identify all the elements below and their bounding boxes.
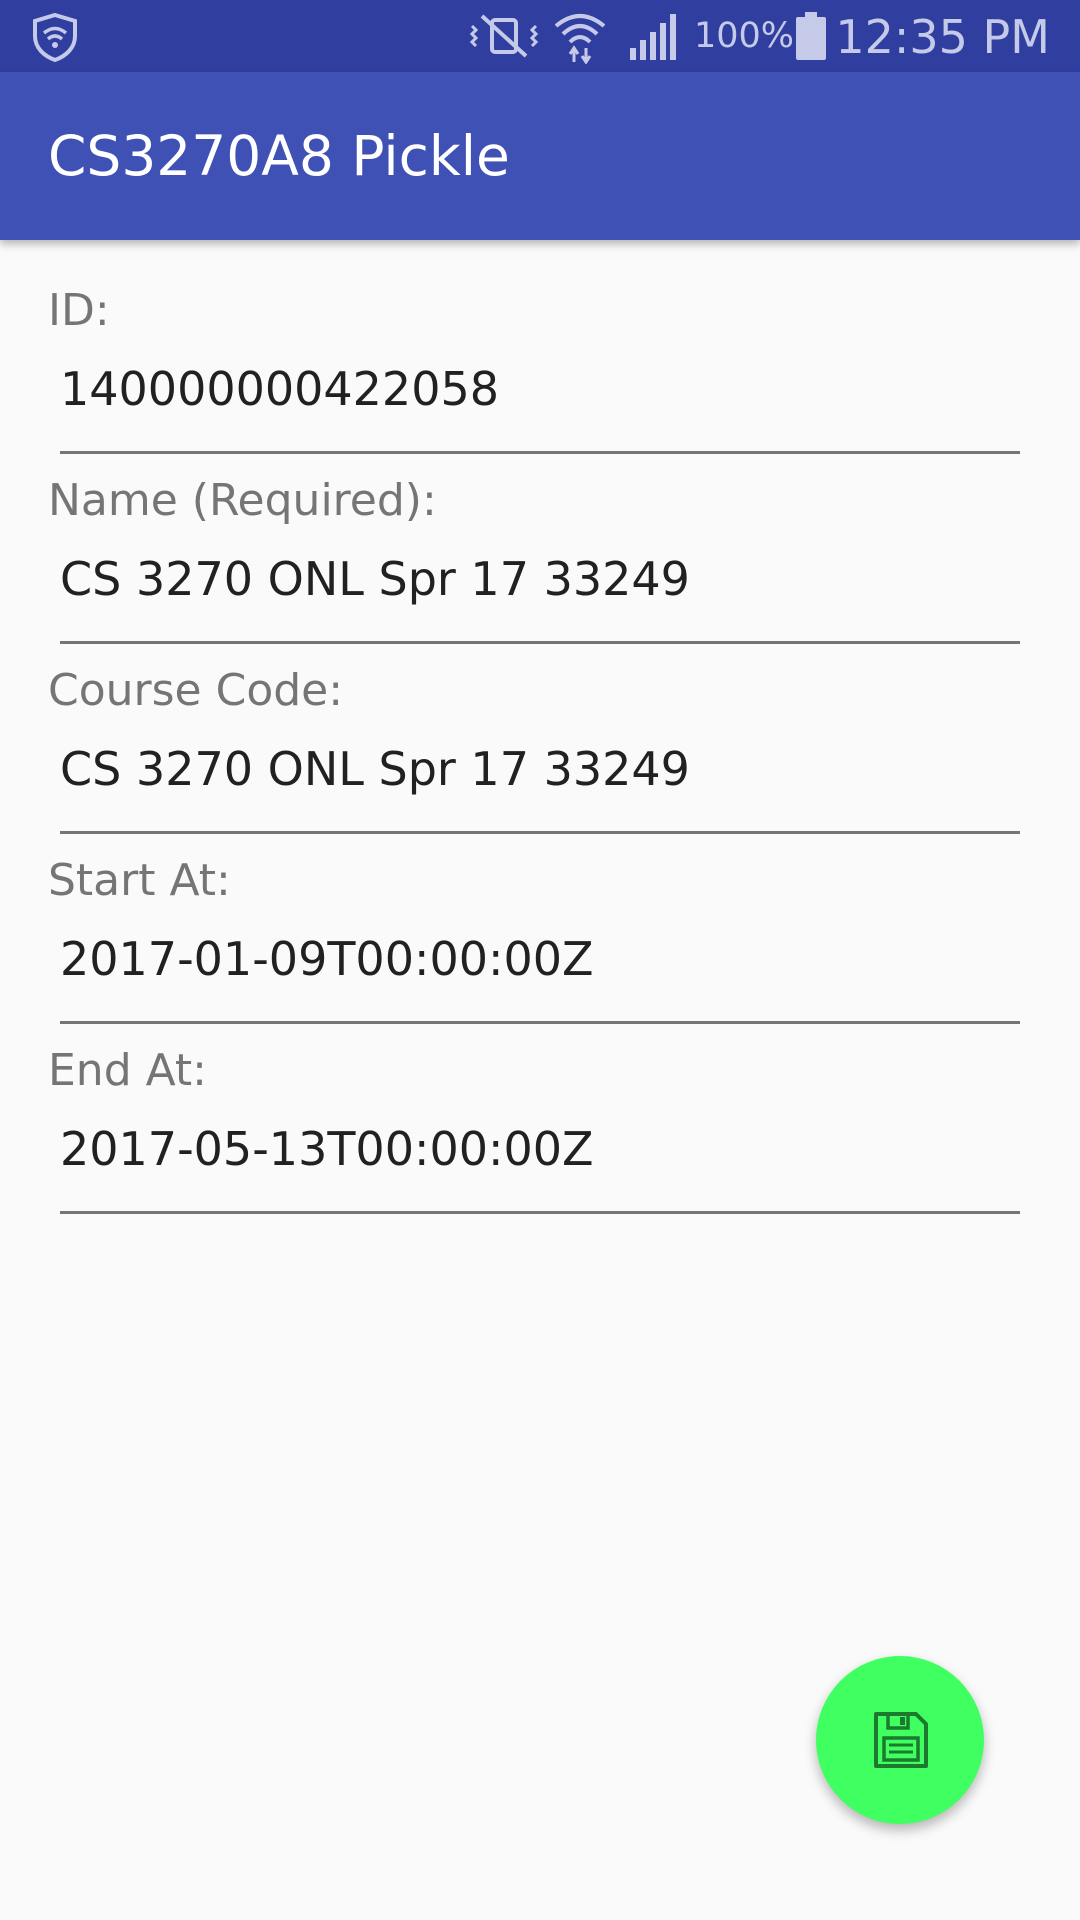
id-input[interactable] xyxy=(60,361,1020,417)
battery-icon xyxy=(796,12,826,60)
save-fab-button[interactable] xyxy=(816,1656,984,1824)
start-at-input[interactable] xyxy=(60,931,1020,987)
course-code-label: Course Code: xyxy=(48,665,344,716)
start-at-field: Start At: xyxy=(0,810,1080,1024)
signal-icon xyxy=(630,14,676,60)
wifi-icon xyxy=(554,14,606,64)
app-title: CS3270A8 Pickle xyxy=(48,124,510,188)
status-bar: 100% 12:35 PM xyxy=(0,0,1080,72)
end-at-label: End At: xyxy=(48,1045,208,1096)
app-bar: CS3270A8 Pickle xyxy=(0,72,1080,240)
id-label: ID: xyxy=(48,285,110,336)
start-at-label: Start At: xyxy=(48,855,231,906)
vibrate-mute-icon xyxy=(469,14,539,58)
course-code-field: Course Code: xyxy=(0,620,1080,834)
clock: 12:35 PM xyxy=(835,10,1050,64)
id-field: ID: xyxy=(0,240,1080,454)
name-input[interactable] xyxy=(60,551,1020,607)
shield-icon xyxy=(33,12,77,62)
save-icon xyxy=(874,1712,928,1768)
end-at-field: End At: xyxy=(0,1000,1080,1214)
end-at-underline xyxy=(60,1211,1020,1214)
end-at-input[interactable] xyxy=(60,1121,1020,1177)
course-code-input[interactable] xyxy=(60,741,1020,797)
name-field: Name (Required): xyxy=(0,430,1080,644)
name-label: Name (Required): xyxy=(48,475,437,526)
battery-percent: 100% xyxy=(694,16,795,56)
